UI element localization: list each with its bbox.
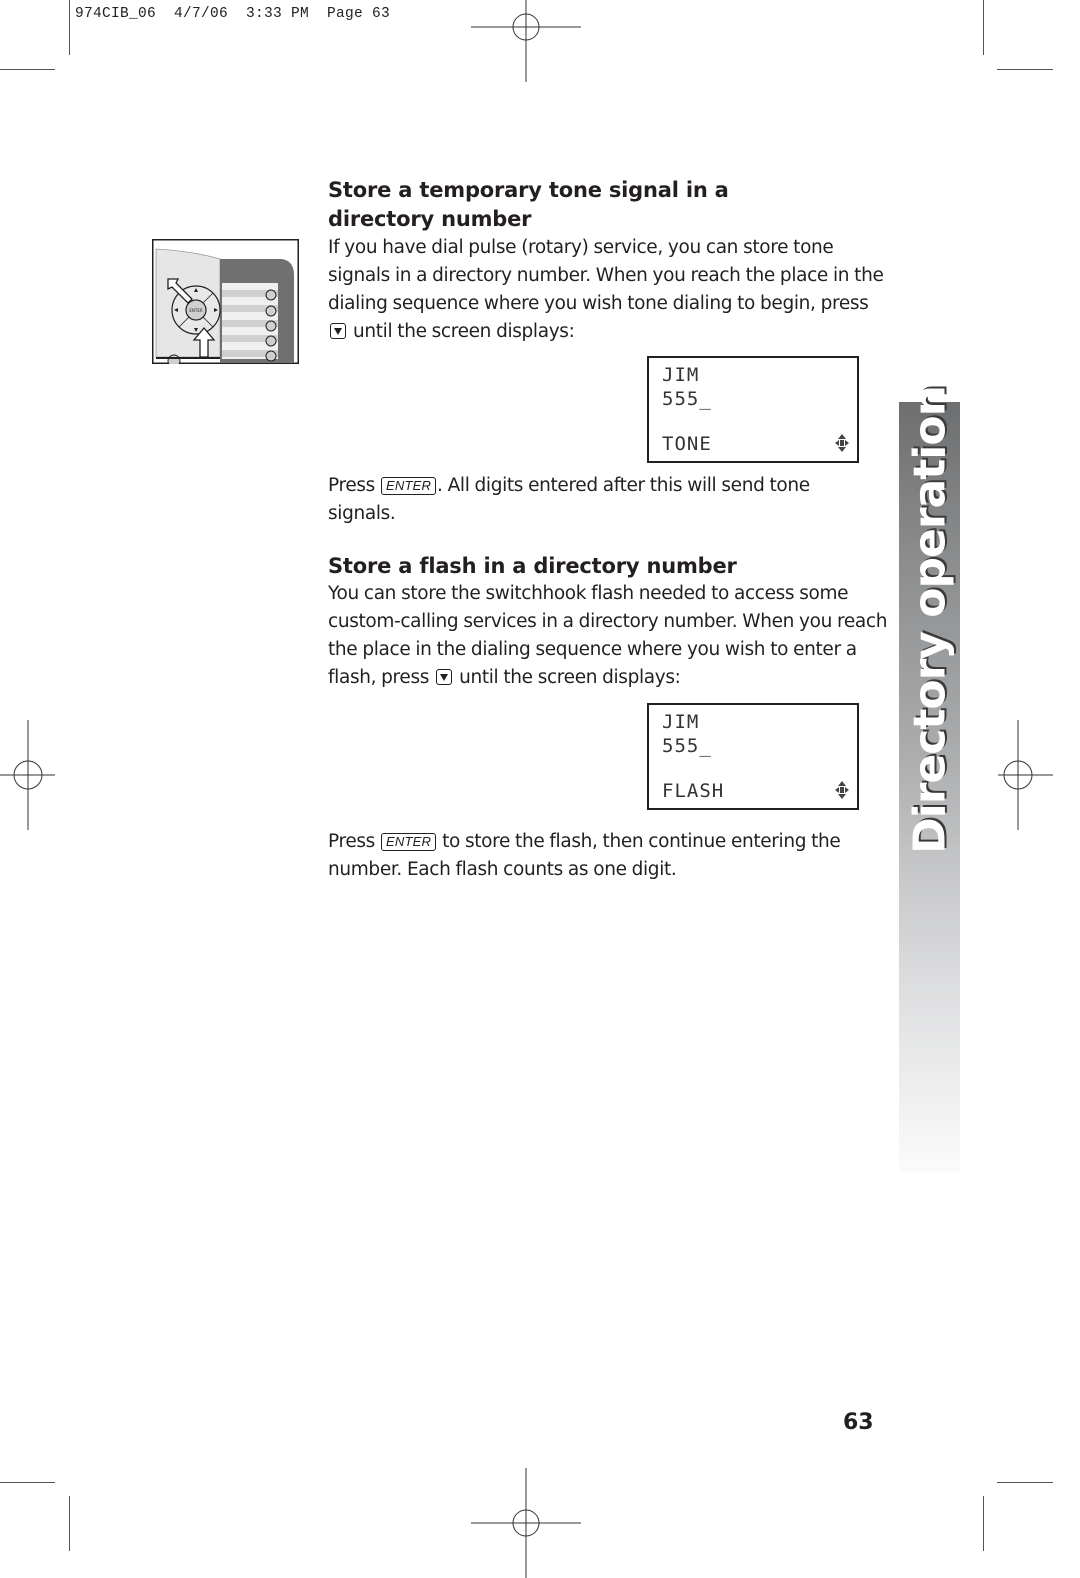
lcd-screen-flash: JIM 555_ FLASH: [647, 703, 859, 810]
lcd-line-number: 555_: [662, 388, 712, 410]
phone-keypad-illustration: ENTER: [152, 239, 299, 364]
registration-mark: [0, 720, 55, 830]
section-intro-paragraph: If you have dial pulse (rotary) service,…: [328, 234, 888, 346]
navigation-arrows-icon: [835, 434, 849, 452]
section-heading: Store a flash in a directory number: [328, 554, 737, 578]
intro-text-end: until the screen displays:: [353, 321, 575, 342]
down-arrow-key-icon: [330, 323, 346, 339]
print-slug: 974CIB_06 4/7/06 3:33 PM Page 63: [75, 6, 391, 22]
crop-mark: [997, 1482, 1053, 1483]
page-number: 63: [843, 1410, 874, 1435]
registration-mark: [471, 0, 581, 82]
section-heading: Store a temporary tone signal in a direc…: [328, 178, 729, 231]
crop-mark: [997, 69, 1053, 70]
followup-text: Press: [328, 475, 375, 496]
intro-text-end: until the screen displays:: [459, 667, 681, 688]
enter-button-label: ENTER: [189, 308, 202, 313]
crop-mark: [983, 1496, 984, 1551]
lcd-line-mode: TONE: [662, 433, 712, 455]
registration-mark: [471, 1468, 581, 1578]
navigation-arrows-icon: [835, 781, 849, 799]
registration-mark: [998, 720, 1053, 830]
down-arrow-key-icon: [436, 669, 453, 685]
section-intro-paragraph: You can store the switchhook flash neede…: [328, 580, 888, 692]
section-followup-paragraph: Press ENTER to store the flash, then con…: [328, 828, 888, 884]
section-tab-label: Directory operation: [904, 386, 956, 854]
crop-mark: [0, 69, 55, 70]
lcd-line-name: JIM: [662, 711, 700, 733]
lcd-line-number: 555_: [662, 735, 712, 757]
lcd-line-mode: FLASH: [662, 780, 725, 802]
enter-key-icon: ENTER: [380, 477, 437, 495]
intro-text: If you have dial pulse (rotary) service,…: [328, 237, 884, 314]
section-followup-paragraph: Press ENTER. All digits entered after th…: [328, 472, 868, 528]
lcd-line-name: JIM: [662, 364, 700, 386]
lcd-screen-tone: JIM 555_ TONE: [647, 356, 859, 463]
enter-key-icon: ENTER: [380, 833, 437, 851]
followup-text: Press: [328, 831, 375, 852]
crop-mark: [0, 1482, 55, 1483]
crop-mark: [69, 0, 70, 55]
crop-mark: [69, 1496, 70, 1551]
crop-mark: [983, 0, 984, 55]
